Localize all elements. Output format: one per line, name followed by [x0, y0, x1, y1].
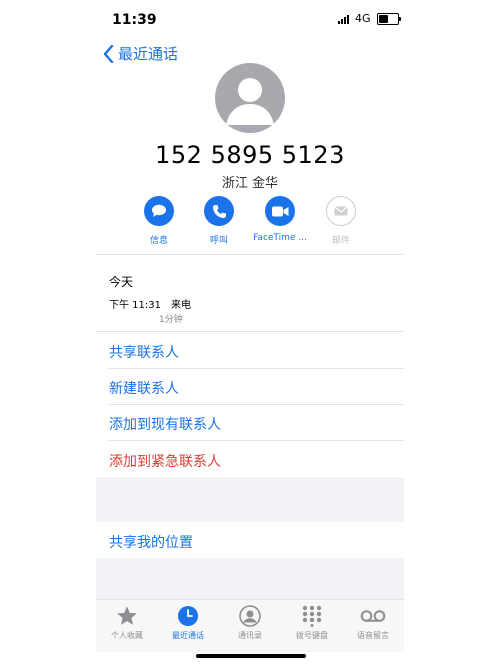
call-label: 呼叫: [209, 236, 228, 246]
section-spacer: [96, 558, 404, 599]
tab-voicemail-label: 语音留言: [357, 631, 389, 640]
back-label: 最近通话: [118, 45, 179, 63]
back-button[interactable]: 最近通话: [103, 43, 178, 64]
voicemail-icon: [360, 610, 386, 622]
contacts-icon: [239, 605, 261, 627]
chevron-left-icon: [103, 44, 114, 63]
message-label: 信息: [149, 236, 168, 246]
divider: [109, 440, 404, 441]
divider: [96, 331, 404, 332]
tab-keypad[interactable]: 拨号键盘: [284, 604, 340, 641]
message-icon: [152, 204, 166, 217]
call-time: 下午 11:31: [109, 300, 161, 311]
person-silhouette-icon: [226, 78, 274, 125]
tab-contacts-label: 通讯录: [238, 631, 262, 640]
share-contact-item[interactable]: 共享联系人: [96, 333, 404, 369]
phone-number: 152 5895 5123: [155, 141, 345, 169]
add-emergency-contact-item[interactable]: 添加到紧急联系人: [96, 442, 404, 478]
tab-recents[interactable]: 最近通话: [160, 604, 216, 641]
mail-label: 邮件: [331, 236, 350, 246]
call-button[interactable]: 呼叫: [189, 196, 249, 246]
share-contact-label: 共享联系人: [109, 345, 179, 361]
call-entry: 下午 11:31 来电: [109, 296, 201, 311]
video-icon: [271, 206, 288, 216]
share-location-label: 共享我的位置: [109, 535, 193, 551]
history-heading: 今天: [109, 275, 134, 289]
home-indicator: [196, 654, 306, 658]
tab-favorites-label: 个人收藏: [111, 631, 143, 640]
tab-bar: 个人收藏 最近通话 通讯录 拨号键盘 语音留言: [96, 599, 404, 652]
phone-region: 浙江 金华: [221, 176, 279, 191]
add-emergency-contact-label: 添加到紧急联系人: [109, 454, 221, 470]
call-type: 来电: [171, 300, 191, 311]
share-location-item[interactable]: 共享我的位置: [96, 523, 404, 559]
status-indicators: 4G: [338, 12, 401, 25]
new-contact-label: 新建联系人: [109, 381, 179, 397]
phone-icon: [212, 204, 226, 218]
call-duration: 1分钟: [159, 315, 183, 325]
avatar: [215, 63, 285, 133]
mail-icon: [334, 206, 348, 216]
clock-icon: [178, 606, 198, 626]
new-contact-item[interactable]: 新建联系人: [96, 369, 404, 405]
facetime-button[interactable]: FaceTime ...: [250, 196, 310, 243]
tab-voicemail[interactable]: 语音留言: [345, 604, 401, 641]
divider: [96, 254, 404, 255]
tab-keypad-label: 拨号键盘: [296, 631, 328, 640]
message-button[interactable]: 信息: [129, 196, 189, 246]
battery-icon: [376, 12, 401, 25]
network-label: 4G: [355, 12, 371, 25]
facetime-label: FaceTime ...: [253, 233, 307, 243]
add-existing-contact-item[interactable]: 添加到现有联系人: [96, 405, 404, 441]
tab-favorites[interactable]: 个人收藏: [99, 604, 155, 641]
tab-recents-label: 最近通话: [172, 631, 204, 640]
add-existing-contact-label: 添加到现有联系人: [109, 417, 221, 433]
section-spacer: [96, 477, 404, 522]
mail-button[interactable]: 邮件: [311, 196, 371, 246]
tab-contacts[interactable]: 通讯录: [222, 604, 278, 641]
status-time: 11:39: [112, 12, 157, 28]
keypad-icon: [302, 605, 322, 627]
signal-icon: [338, 14, 349, 24]
star-icon: [117, 606, 137, 625]
